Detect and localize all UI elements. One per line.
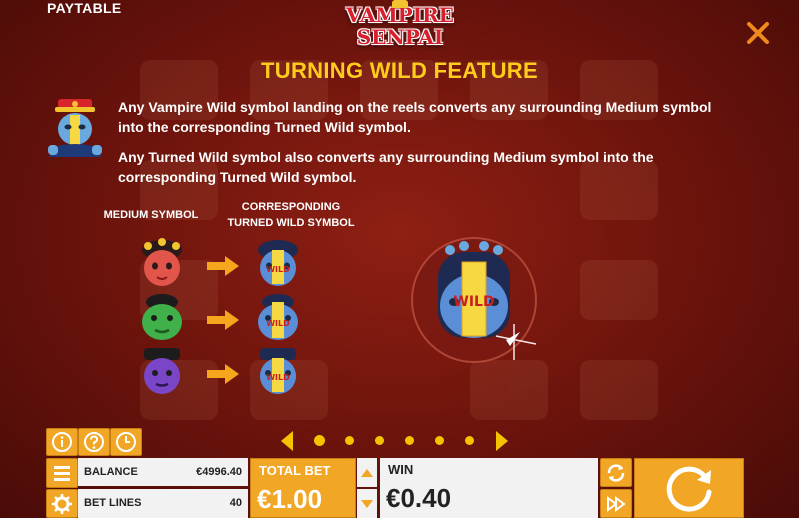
info-icon bbox=[52, 432, 72, 452]
purple-man-symbol-icon bbox=[144, 348, 180, 394]
total-bet-panel: TOTAL BET €1.00 bbox=[250, 458, 356, 518]
bet-lines-panel: BET LINES 40 bbox=[78, 489, 248, 518]
spin-icon bbox=[666, 466, 712, 512]
logo-line-2: SENPAI bbox=[356, 25, 444, 49]
gear-icon bbox=[52, 493, 72, 514]
arrow-right-icon bbox=[207, 364, 239, 384]
turned-wild-header: CORRESPONDING TURNED WILD SYMBOL bbox=[227, 201, 355, 229]
game-logo: VAMPIRE SENPAI bbox=[340, 0, 460, 49]
feature-description-1: Any Vampire Wild symbol landing on the r… bbox=[118, 99, 712, 135]
fast-forward-icon bbox=[607, 495, 626, 512]
chevron-up-icon bbox=[361, 468, 373, 477]
arrow-right-icon bbox=[207, 256, 239, 276]
settings-button[interactable] bbox=[46, 489, 78, 518]
page-dot-1[interactable] bbox=[314, 435, 325, 446]
autoplay-button[interactable] bbox=[600, 458, 632, 487]
turned-wild-ogre-icon: WILD bbox=[258, 294, 298, 340]
balance-label: BALANCE bbox=[84, 466, 138, 478]
wild-tag: WILD bbox=[266, 319, 290, 328]
win-value: €0.40 bbox=[386, 483, 452, 513]
logo-crown-icon bbox=[392, 0, 408, 8]
bet-lines-value: 40 bbox=[229, 497, 242, 509]
bet-decrease-button[interactable] bbox=[357, 489, 377, 518]
balance-panel: BALANCE €4996.40 bbox=[78, 458, 248, 486]
bet-increase-button[interactable] bbox=[357, 458, 377, 487]
paytable-label: PAYTABLE bbox=[47, 0, 122, 16]
page-dot-2[interactable] bbox=[345, 436, 354, 445]
vampire-wild-icon bbox=[48, 99, 102, 157]
turbo-button[interactable] bbox=[600, 489, 632, 518]
close-button[interactable] bbox=[744, 18, 772, 48]
history-button[interactable] bbox=[110, 428, 142, 456]
turned-wild-girl-icon: WILD bbox=[258, 240, 298, 286]
help-button[interactable] bbox=[78, 428, 110, 456]
help-icon bbox=[84, 432, 104, 452]
page-dot-3[interactable] bbox=[375, 436, 384, 445]
arrow-right-icon bbox=[207, 310, 239, 330]
close-icon bbox=[747, 22, 769, 44]
info-button[interactable] bbox=[46, 428, 78, 456]
next-page-arrow-icon[interactable] bbox=[494, 430, 510, 452]
autoplay-icon bbox=[607, 463, 625, 482]
red-girl-symbol-icon bbox=[142, 238, 182, 286]
page-dot-6[interactable] bbox=[465, 436, 474, 445]
history-icon bbox=[116, 432, 136, 452]
green-ogre-symbol-icon bbox=[142, 294, 182, 340]
bet-lines-label: BET LINES bbox=[84, 497, 142, 509]
big-turned-wild-icon: WILD bbox=[411, 237, 537, 363]
feature-title: TURNING WILD FEATURE bbox=[261, 58, 538, 83]
page-dot-4[interactable] bbox=[405, 436, 414, 445]
wild-tag: WILD bbox=[453, 294, 494, 310]
spin-button[interactable] bbox=[634, 458, 744, 518]
wild-tag: WILD bbox=[266, 265, 290, 274]
page-dot-5[interactable] bbox=[435, 436, 444, 445]
win-panel: WIN €0.40 bbox=[380, 458, 598, 518]
balance-value: €4996.40 bbox=[196, 466, 242, 478]
wild-tag: WILD bbox=[266, 373, 290, 382]
turned-wild-man-icon: WILD bbox=[260, 348, 296, 394]
total-bet-value: €1.00 bbox=[257, 484, 323, 514]
previous-page-arrow-icon[interactable] bbox=[279, 430, 295, 452]
total-bet-label: TOTAL BET bbox=[259, 463, 331, 478]
medium-symbol-header: MEDIUM SYMBOL bbox=[103, 209, 199, 221]
feature-description-2: Any Turned Wild symbol also converts any… bbox=[118, 149, 654, 185]
chevron-down-icon bbox=[361, 499, 373, 508]
win-label: WIN bbox=[388, 462, 414, 477]
menu-icon bbox=[54, 466, 70, 481]
menu-button[interactable] bbox=[46, 458, 78, 488]
